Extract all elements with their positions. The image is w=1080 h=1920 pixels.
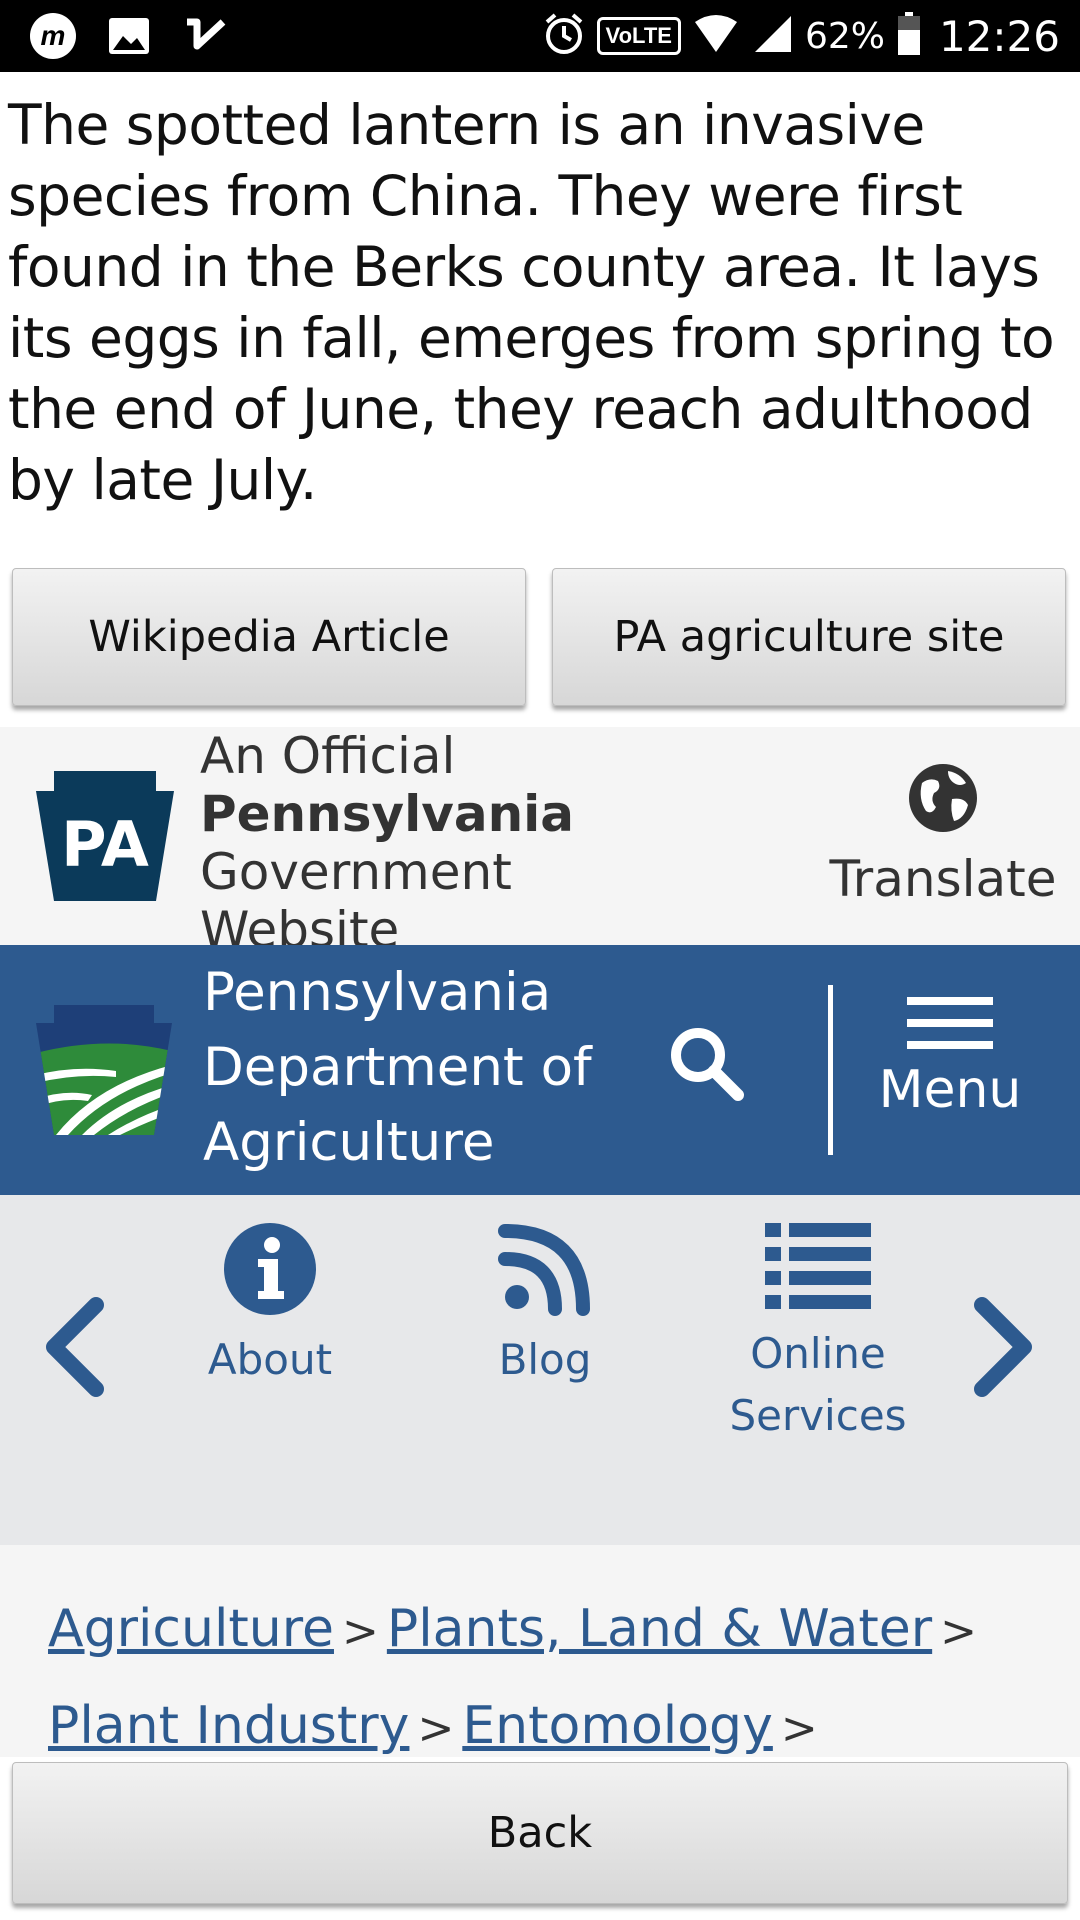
- official-line-3: Government: [200, 843, 512, 901]
- agriculture-keystone-logo[interactable]: [36, 1005, 172, 1140]
- pa-keystone-text: PA: [61, 808, 149, 881]
- carousel-next-arrow[interactable]: [968, 1297, 1038, 1402]
- breadcrumb-link-agriculture[interactable]: Agriculture: [48, 1599, 334, 1659]
- search-icon[interactable]: [666, 1023, 746, 1108]
- check-icon: [180, 12, 230, 60]
- official-pa-banner: PA An Official Pennsylvania Government W…: [0, 727, 1080, 959]
- translate-label: Translate: [829, 850, 1057, 908]
- quicknav-label-services: Services: [729, 1391, 907, 1440]
- breadcrumb-separator: >: [940, 1606, 978, 1657]
- quick-nav-carousel: About Blog Online Services: [0, 1195, 1080, 1545]
- official-line-2: Pennsylvania: [200, 785, 575, 843]
- breadcrumb-separator: >: [780, 1703, 818, 1754]
- species-description: The spotted lantern is an invasive speci…: [8, 93, 1055, 512]
- pa-keystone-logo[interactable]: PA: [36, 771, 174, 906]
- wikipedia-article-button[interactable]: Wikipedia Article: [12, 568, 526, 706]
- battery-icon: [897, 11, 921, 61]
- official-website-text: An Official Pennsylvania Government Webs…: [200, 727, 574, 959]
- translate-button[interactable]: Translate: [818, 763, 1068, 908]
- signal-icon: [751, 14, 793, 59]
- image-icon: [104, 12, 154, 60]
- info-icon: [224, 1223, 316, 1315]
- svg-text:m: m: [41, 20, 66, 51]
- quicknav-label-online: Online: [750, 1329, 886, 1378]
- header-divider: [828, 985, 833, 1155]
- clock: 12:26: [938, 11, 1060, 61]
- department-header: Pennsylvania Department of Agriculture M…: [0, 945, 1080, 1195]
- rss-icon: [498, 1224, 590, 1316]
- breadcrumb-separator: >: [341, 1606, 379, 1657]
- back-button[interactable]: Back: [12, 1762, 1068, 1904]
- status-bar: m VoLTE 62% 12:26: [0, 0, 1080, 72]
- menu-label: Menu: [878, 1060, 1022, 1120]
- breadcrumb-link-plants-land-water[interactable]: Plants, Land & Water: [387, 1599, 932, 1659]
- quicknav-item-blog[interactable]: Blog: [445, 1221, 645, 1391]
- globe-icon: [909, 764, 977, 832]
- alarm-icon: [543, 12, 585, 61]
- quicknav-label-blog: Blog: [498, 1335, 592, 1384]
- volte-badge: VoLTE: [596, 17, 681, 55]
- status-system-icons: VoLTE 62% 12:26: [543, 10, 1060, 62]
- quicknav-label-about: About: [207, 1335, 333, 1384]
- battery-percentage: 62%: [804, 15, 885, 57]
- department-line-1: Pennsylvania: [203, 962, 552, 1023]
- m-app-icon: m: [28, 12, 78, 60]
- status-notification-icons: m: [28, 12, 230, 60]
- official-line-1: An Official: [200, 727, 456, 785]
- department-name[interactable]: Pennsylvania Department of Agriculture: [203, 955, 633, 1180]
- breadcrumb-separator: >: [417, 1703, 455, 1754]
- webview[interactable]: PA An Official Pennsylvania Government W…: [0, 727, 1080, 1757]
- hamburger-icon: [907, 997, 993, 1049]
- quicknav-item-online-services[interactable]: Online Services: [708, 1221, 928, 1447]
- list-icon: [765, 1223, 871, 1309]
- pa-agriculture-site-button[interactable]: PA agriculture site: [552, 568, 1066, 706]
- department-line-3: Agriculture: [203, 1112, 495, 1173]
- carousel-prev-arrow[interactable]: [40, 1297, 110, 1402]
- wifi-icon: [693, 14, 739, 59]
- breadcrumb-link-entomology[interactable]: Entomology: [462, 1696, 773, 1756]
- breadcrumb: Agriculture > Plants, Land & Water > Plant …: [48, 1582, 1048, 1757]
- menu-button[interactable]: Menu: [860, 995, 1040, 1120]
- quicknav-item-about[interactable]: About: [170, 1221, 370, 1391]
- breadcrumb-link-plant-industry[interactable]: Plant Industry: [48, 1696, 409, 1756]
- department-line-2: Department of: [203, 1037, 592, 1098]
